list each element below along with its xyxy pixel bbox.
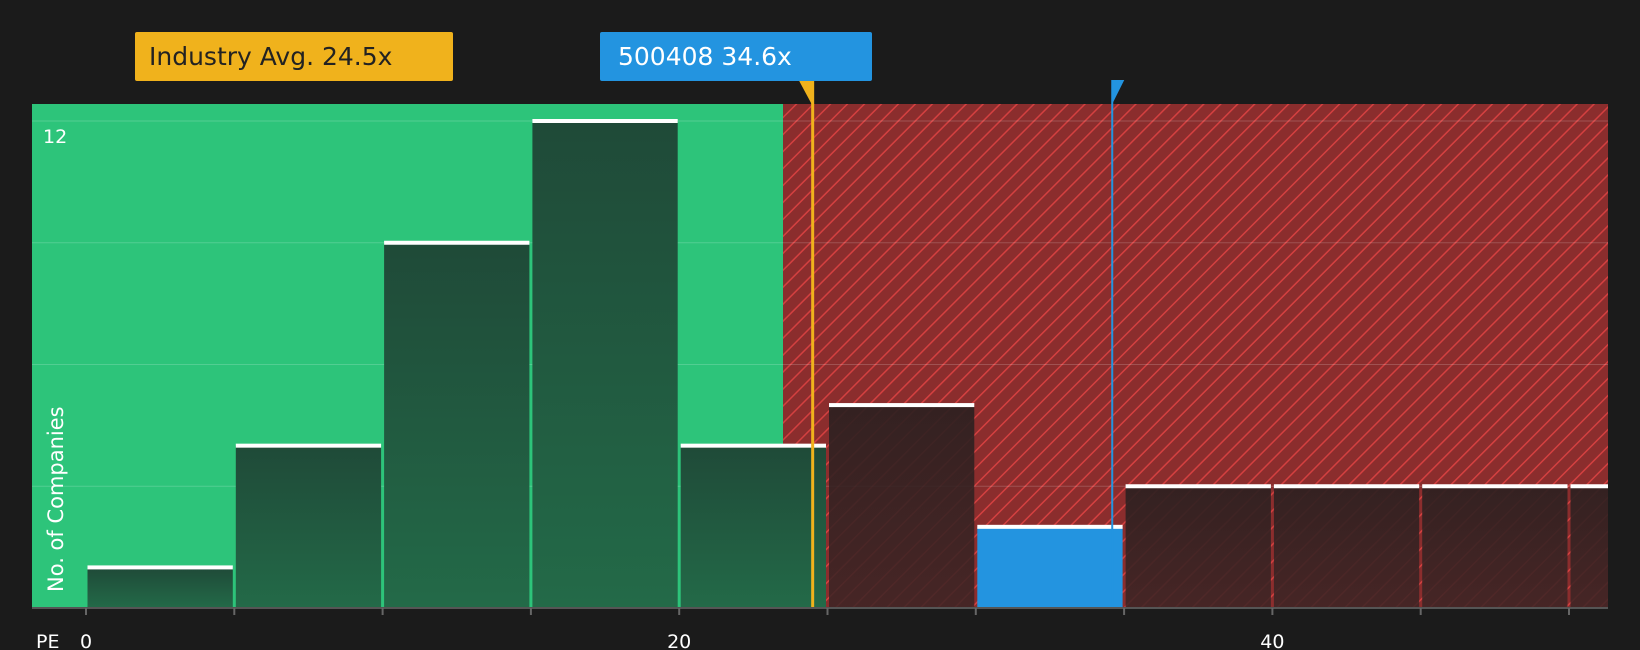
y-axis-title: No. of Companies: [44, 406, 68, 592]
bar-top-line: [829, 403, 975, 408]
histogram-bar: [1570, 486, 1608, 608]
histogram-bar: [384, 242, 530, 608]
bar-top-line: [1273, 484, 1420, 489]
bar-top-line: [1422, 484, 1568, 489]
bar-top-line: [1570, 484, 1608, 489]
pe-distribution-chart: Industry Avg. 24.5x500408 34.6x PE020406…: [32, 32, 1608, 650]
histogram-bar: [1125, 486, 1271, 608]
bar-top-line: [532, 119, 678, 123]
histogram-bar: [829, 405, 975, 608]
industry-avg-callout-pointer: [798, 80, 813, 106]
x-tick-label: 40: [1260, 631, 1284, 650]
histogram-bar: [977, 526, 1123, 608]
company-pe-callout-label: 500408 34.6x: [618, 42, 792, 71]
bar-top-line: [680, 443, 826, 448]
histogram-bar: [1273, 486, 1420, 608]
histogram-bar: [87, 567, 233, 608]
histogram-bar: [1422, 486, 1568, 608]
bar-top-line: [235, 443, 382, 448]
bar-top-line: [87, 565, 233, 570]
bar-top-line: [1125, 484, 1271, 489]
histogram-bar: [532, 121, 678, 608]
y-tick-label: 12: [43, 126, 67, 148]
industry-avg-callout-label: Industry Avg. 24.5x: [149, 42, 392, 71]
company-pe-callout-pointer: [1112, 80, 1125, 104]
x-tick-label: 0: [80, 631, 92, 650]
histogram-bar: [680, 445, 826, 608]
x-tick-label: 20: [667, 631, 691, 650]
histogram-bar: [235, 445, 382, 608]
x-axis-title: PE: [36, 631, 59, 650]
bar-top-line: [384, 240, 530, 245]
bar-top-line: [977, 524, 1123, 529]
